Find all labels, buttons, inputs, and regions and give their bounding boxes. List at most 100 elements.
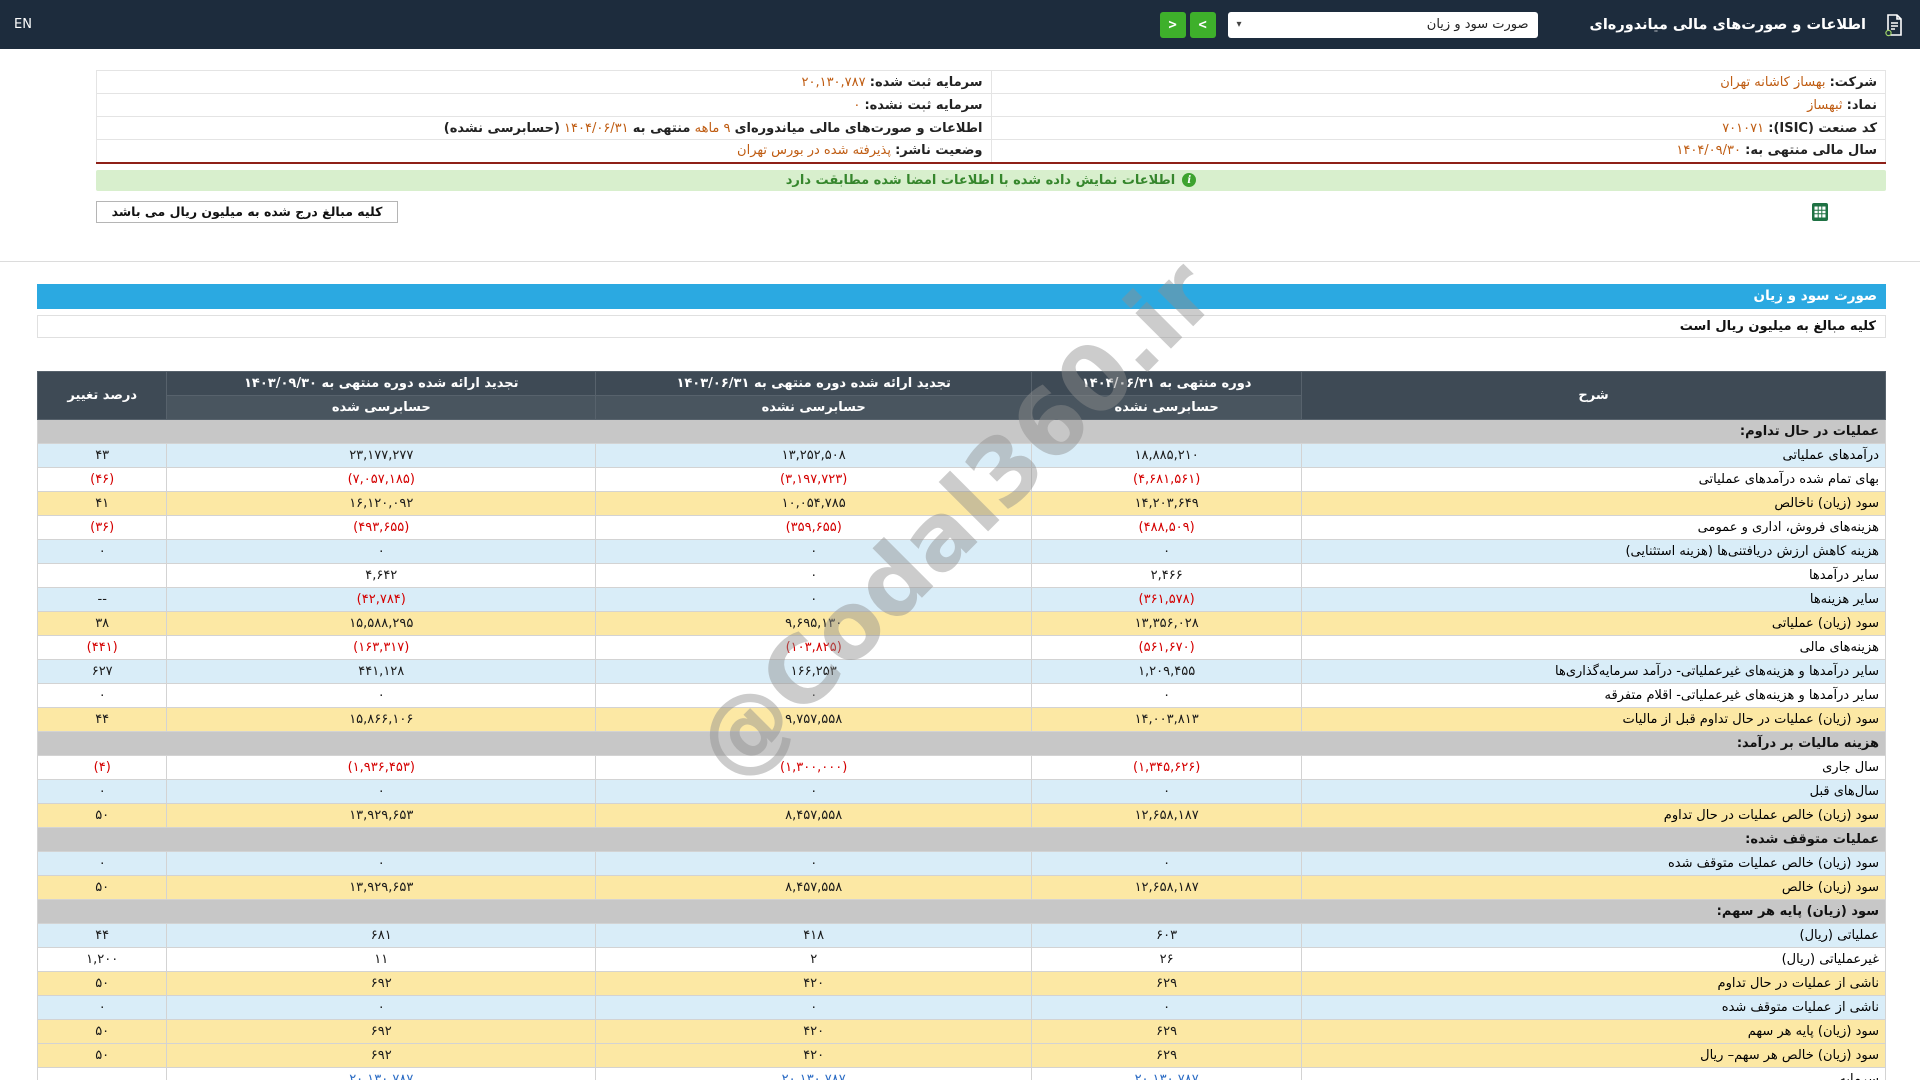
row-label: سود (زیان) خالص هر سهم– ریال — [1301, 1042, 1886, 1068]
value-cell: ۲۶ — [1031, 946, 1303, 972]
row-label: سود (زیان) عملیاتی — [1301, 610, 1886, 636]
table-row: هزینه‌های فروش، اداری و عمومی (۴۸۸,۵۰۹) (۳… — [36, 514, 1886, 540]
value-cell: ۲۰,۱۳۰,۷۸۷ — [166, 1066, 597, 1080]
nav-forward-button[interactable]: > — [1189, 11, 1216, 38]
section-label: عملیات متوقف شده: — [37, 826, 1886, 852]
statement-title-bar: صورت سود و زیان — [37, 283, 1886, 309]
capital-row: سرمایه ۲۰,۱۳۰,۷۸۷ ۲۰,۱۳۰,۷۸۷ ۲۰,۱۳۰,۷۸۷ — [36, 1066, 1886, 1080]
value-cell: ۱۴,۰۰۳,۸۱۳ — [1031, 706, 1303, 732]
change-pct-cell: ۱,۲۰۰ — [36, 946, 168, 972]
report-ending-text: منتهی به — [632, 120, 691, 136]
cell-value: ۱۴,۰۰۳,۸۱۳ — [1134, 711, 1199, 727]
value-cell: ۴۱۸ — [595, 922, 1033, 948]
change-pct-value: ۵۰ — [95, 1047, 110, 1063]
change-pct-cell: ۶۲۷ — [36, 658, 168, 684]
change-pct-cell: ۳۸ — [36, 610, 168, 636]
unit-note-box: کلیه مبالغ درج شده به میلیون ریال می باش… — [96, 200, 398, 223]
excel-export-icon[interactable] — [1810, 202, 1830, 222]
value-cell: ۱۶,۱۲۰,۰۹۲ — [166, 490, 597, 516]
section-label: عملیات در حال تداوم: — [37, 418, 1886, 444]
company-row: شرکت: بهساز کاشانه تهران سرمایه ثبت شده:… — [96, 70, 1886, 94]
value-cell: ۲۳,۱۷۷,۲۷۷ — [166, 442, 597, 468]
cell-value: ۰ — [377, 543, 385, 559]
table-row: سایر درآمدها و هزینه‌های غیرعملیاتی- اقل… — [36, 682, 1886, 708]
cell-value: (۴۸۸,۵۰۹) — [1138, 519, 1195, 535]
cell-value: ۲,۴۶۶ — [1150, 567, 1183, 583]
cell-value: ۴۱۸ — [803, 927, 825, 943]
value-cell: ۶۲۹ — [1031, 1018, 1303, 1044]
value-cell: ۹,۶۹۵,۱۳۰ — [595, 610, 1033, 636]
subheader-audit-1: حسابرسی نشده — [1031, 394, 1303, 420]
change-pct-value: ۴۱ — [95, 495, 110, 511]
row-label: بهای تمام شده درآمدهای عملیاتی — [1301, 466, 1886, 492]
section-label: هزینه مالیات بر درآمد: — [37, 730, 1886, 756]
cell-value: ۱۴,۲۰۳,۶۴۹ — [1134, 495, 1199, 511]
value-cell: ۱,۲۰۹,۴۵۵ — [1031, 658, 1303, 684]
cell-value: ۹,۷۵۷,۵۵۸ — [785, 711, 843, 727]
topbar: اطلاعات و صورت‌های مالی میاندوره‌ای صورت… — [0, 0, 1920, 49]
value-cell: ۲۰,۱۳۰,۷۸۷ — [1031, 1066, 1303, 1080]
unregistered-capital-value: ۰ — [853, 97, 861, 113]
row-label: سال‌های قبل — [1301, 778, 1886, 804]
change-pct-cell: ۰ — [36, 778, 168, 804]
cell-value: ۶۲۹ — [1156, 975, 1178, 991]
change-pct-cell: (۴) — [36, 754, 168, 780]
report-period-cell: اطلاعات و صورت‌های مالی میاندوره‌ای ۹ ما… — [96, 116, 992, 140]
cell-value: ۰ — [1163, 999, 1171, 1015]
change-pct-value: ۰ — [98, 999, 106, 1015]
change-pct-cell: ۵۰ — [36, 1042, 168, 1068]
section-row: سود (زیان) پایه هر سهم: — [37, 898, 1886, 924]
table-row: سال‌های قبل ۰ ۰ ۰ ۰ — [36, 778, 1886, 804]
cell-value: ۰ — [377, 999, 385, 1015]
cell-value: ۱۳,۳۵۶,۰۲۸ — [1134, 615, 1199, 631]
report-document-icon — [1882, 13, 1906, 37]
change-pct-cell: ۴۱ — [36, 490, 168, 516]
cell-value: ۴۴۱,۱۲۸ — [358, 663, 405, 679]
value-cell: (۴۹۳,۶۵۵) — [166, 514, 597, 540]
cell-value: ۶۹۲ — [370, 1047, 392, 1063]
value-cell: ۱۵,۸۶۶,۱۰۶ — [166, 706, 597, 732]
capital-value-link[interactable]: ۲۰,۱۳۰,۷۸۷ — [349, 1072, 413, 1080]
subheader-audit-2: حسابرسی نشده — [595, 394, 1033, 420]
company-row: کد صنعت (ISIC): ۷۰۱۰۷۱ اطلاعات و صورت‌ها… — [96, 116, 1886, 140]
cell-value: ۱۳,۹۲۹,۶۵۳ — [349, 879, 414, 895]
table-row: غیرعملیاتی (ریال) ۲۶ ۲ ۱۱ ۱,۲۰۰ — [36, 946, 1886, 972]
change-pct-cell: ۵۰ — [36, 970, 168, 996]
capital-value-link[interactable]: ۲۰,۱۳۰,۷۸۷ — [1135, 1072, 1199, 1080]
value-cell: ۰ — [595, 586, 1033, 612]
row-label: عملیاتی (ریال) — [1301, 922, 1886, 948]
cell-value: ۱۳,۹۲۹,۶۵۳ — [349, 807, 414, 823]
row-label: سال جاری — [1301, 754, 1886, 780]
change-pct-cell: ۴۴ — [36, 922, 168, 948]
cell-value: ۲۳,۱۷۷,۲۷۷ — [349, 447, 414, 463]
row-label: سایر درآمدها و هزینه‌های غیرعملیاتی- اقل… — [1301, 682, 1886, 708]
change-pct-cell: ۴۳ — [36, 442, 168, 468]
statement-title: صورت سود و زیان — [1753, 287, 1877, 304]
fiscal-year-value: ۱۴۰۴/۰۹/۳۰ — [1676, 143, 1741, 159]
value-cell: ۸,۴۵۷,۵۵۸ — [595, 874, 1033, 900]
change-pct-cell — [36, 1066, 168, 1080]
capital-value-link[interactable]: ۲۰,۱۳۰,۷۸۷ — [782, 1072, 846, 1080]
change-pct-cell — [36, 562, 168, 588]
row-label: سود (زیان) ناخالص — [1301, 490, 1886, 516]
cell-value: ۰ — [810, 591, 818, 607]
table-row: سود (زیان) خالص هر سهم– ریال ۶۲۹ ۴۲۰ ۶۹۲ ۵۰ — [36, 1042, 1886, 1068]
cell-value: (۱,۹۳۶,۴۵۳) — [347, 759, 415, 775]
change-pct-cell: ۰ — [36, 538, 168, 564]
value-cell: ۰ — [595, 538, 1033, 564]
cell-value: ۰ — [1163, 855, 1171, 871]
report-type-select[interactable]: صورت سود و زیان ▾ — [1227, 11, 1538, 38]
symbol-cell: نماد: ثبهساز — [990, 93, 1886, 117]
cell-value: (۴,۶۸۱,۵۶۱) — [1132, 471, 1201, 487]
info-icon: i — [1182, 173, 1197, 187]
value-cell: ۰ — [595, 778, 1033, 804]
value-cell: ۶۹۲ — [166, 970, 597, 996]
nav-back-button[interactable]: < — [1159, 11, 1186, 38]
col-header-current-period: دوره منتهی به ۱۴۰۴/۰۶/۳۱ — [1031, 370, 1303, 396]
change-pct-value: ۴۴ — [95, 927, 110, 943]
change-pct-cell: ۰ — [36, 994, 168, 1020]
value-cell: (۳۶۱,۵۷۸) — [1031, 586, 1303, 612]
language-toggle-en[interactable]: EN — [14, 17, 32, 32]
cell-value: ۶۸۱ — [370, 927, 392, 943]
table-row: هزینه‌های مالی (۵۶۱,۶۷۰) (۱۰۳,۸۲۵) (۱۶۳,۳۱۷… — [36, 634, 1886, 660]
